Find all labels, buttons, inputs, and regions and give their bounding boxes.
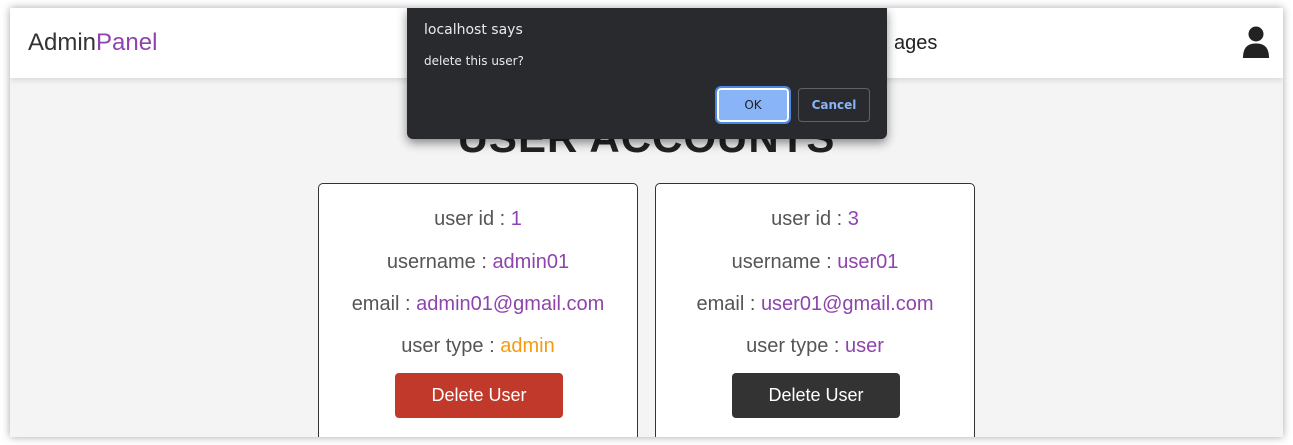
delete-user-button[interactable]: Delete User	[732, 373, 900, 418]
nav-link-messages[interactable]: ages	[894, 32, 937, 55]
email-value: user01@gmail.com	[760, 293, 934, 315]
dialog-message: delete this user?	[424, 54, 524, 68]
user-id-value: 3	[847, 208, 859, 230]
user-id-label: user id :	[771, 208, 848, 230]
user-id-value: 1	[510, 208, 522, 230]
user-card: user id : 1 username : admin01 email : a…	[318, 183, 638, 437]
user-card: user id : 3 username : user01 email : us…	[655, 183, 975, 437]
email-row: email : admin01@gmail.com	[319, 293, 637, 316]
user-type-label: user type :	[746, 335, 846, 357]
email-label: email :	[696, 293, 761, 315]
user-type-value: user	[845, 335, 884, 357]
dialog-title: localhost says	[424, 22, 523, 38]
browser-viewport: AdminPanel ages USER ACCOUNTS user id : …	[10, 8, 1283, 437]
logo[interactable]: AdminPanel	[28, 29, 157, 57]
user-type-label: user type :	[401, 335, 501, 357]
user-type-value: admin	[500, 335, 555, 357]
logo-main: Admin	[28, 29, 97, 56]
email-row: email : user01@gmail.com	[656, 293, 974, 316]
delete-user-button[interactable]: Delete User	[395, 373, 563, 418]
email-label: email :	[351, 293, 417, 315]
username-row: username : admin01	[319, 251, 637, 274]
confirm-dialog: localhost says delete this user? OK Canc…	[407, 8, 887, 139]
username-label: username :	[731, 251, 838, 273]
user-type-row: user type : user	[656, 335, 974, 358]
cancel-button[interactable]: Cancel	[798, 88, 870, 122]
username-label: username :	[386, 251, 493, 273]
logo-accent: Panel	[96, 29, 158, 56]
user-icon[interactable]	[1243, 26, 1269, 58]
user-id-row: user id : 3	[656, 208, 974, 231]
user-type-row: user type : admin	[319, 335, 637, 358]
username-value: admin01	[492, 251, 570, 273]
username-value: user01	[837, 251, 899, 273]
ok-button[interactable]: OK	[715, 86, 791, 124]
user-id-label: user id :	[434, 208, 511, 230]
user-id-row: user id : 1	[319, 208, 637, 231]
email-value: admin01@gmail.com	[416, 293, 605, 315]
username-row: username : user01	[656, 251, 974, 274]
